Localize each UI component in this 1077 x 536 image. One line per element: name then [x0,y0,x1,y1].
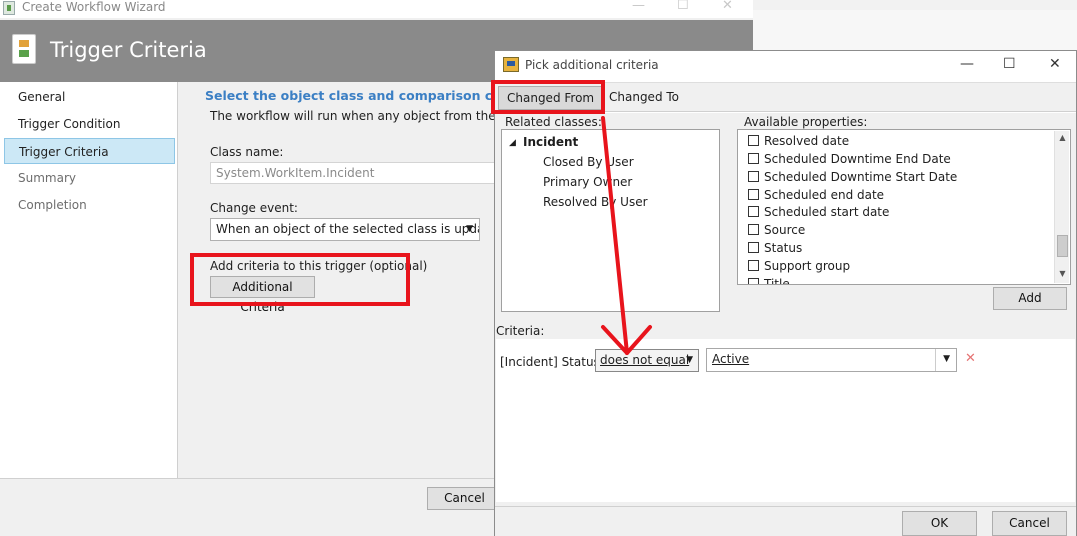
criteria-area: [Incident] Status does not equal ▼ Activ… [496,339,1075,502]
checkbox[interactable] [748,224,759,235]
pick-window-title: Pick additional criteria [525,58,659,72]
checkbox[interactable] [748,189,759,200]
highlight-box-changed-from [491,80,605,114]
property-item[interactable]: Source [748,223,805,241]
checkbox[interactable] [748,260,759,271]
scroll-down-icon[interactable]: ▼ [1055,269,1070,278]
background-strip [753,0,1077,10]
wizard-titlebar: Create Workflow Wizard — ☐ ✕ [0,0,753,18]
checkbox[interactable] [748,206,759,217]
chevron-down-icon: ▼ [686,355,693,365]
properties-scrollbar[interactable]: ▲ ▼ [1054,131,1069,283]
minimize-icon[interactable]: — [960,56,974,72]
checkbox[interactable] [748,135,759,146]
remove-criteria-icon[interactable]: ✕ [965,351,976,366]
criteria-value: Active [712,352,750,366]
nav-item-trigger-condition[interactable]: Trigger Condition [4,111,175,137]
property-item[interactable]: Resolved date [748,134,849,152]
change-event-dropdown[interactable]: When an object of the selected class is … [210,218,480,241]
pick-titlebar: Pick additional criteria — ☐ ✕ [495,51,1076,79]
property-item[interactable]: Scheduled start date [748,205,889,223]
workflow-app-icon [3,1,15,15]
criteria-property: [Incident] Status [500,355,600,369]
criteria-label: Criteria: [496,324,545,338]
operator-dropdown[interactable]: does not equal ▼ [595,349,699,372]
close-icon[interactable]: ✕ [1049,56,1061,72]
class-name-label: Class name: [210,145,284,159]
highlight-box-additional-criteria [190,253,410,306]
checkbox[interactable] [748,278,759,284]
property-item[interactable]: Support group [748,259,850,277]
pick-footer: OK Cancel [495,506,1076,536]
section-description: The workflow will run when any object fr… [210,109,530,123]
chevron-down-icon: ▼ [943,354,950,364]
checkbox[interactable] [748,171,759,182]
cancel-button[interactable]: Cancel [992,511,1067,536]
close-icon[interactable]: ✕ [722,0,733,13]
related-classes-label: Related classes: [503,115,604,129]
scroll-up-icon[interactable]: ▲ [1055,133,1070,142]
wizard-window-title: Create Workflow Wizard [22,0,166,14]
workflow-icon [12,34,36,64]
checkbox[interactable] [748,153,759,164]
tree-item-closed-by-user[interactable]: Closed By User [543,155,634,169]
property-item[interactable]: Title [748,277,790,284]
nav-item-completion[interactable]: Completion [4,192,175,218]
section-heading: Select the object class and comparison c… [205,88,537,103]
available-properties-list[interactable]: Resolved date Scheduled Downtime End Dat… [737,129,1071,285]
scroll-thumb[interactable] [1057,235,1068,257]
tree-item-primary-owner[interactable]: Primary Owner [543,175,632,189]
wizard-cancel-button[interactable]: Cancel [427,487,502,510]
background-strip [753,10,1077,50]
criteria-app-icon [503,57,519,72]
nav-item-general[interactable]: General [4,84,175,110]
page-title: Trigger Criteria [50,38,207,62]
maximize-icon[interactable]: ☐ [1003,56,1016,72]
related-classes-tree[interactable]: ◢ Incident Closed By User Primary Owner … [501,129,720,312]
minimize-icon[interactable]: — [632,0,645,13]
change-event-value: When an object of the selected class is … [216,222,480,236]
property-item[interactable]: Status [748,241,802,259]
chevron-down-icon: ▼ [466,224,473,234]
tree-item-incident[interactable]: Incident [523,135,578,149]
tab-changed-to[interactable]: Changed To [601,86,687,110]
operator-value: does not equal [600,353,690,367]
class-name-field[interactable]: System.WorkItem.Incident [210,162,510,184]
ok-button[interactable]: OK [902,511,977,536]
nav-item-summary[interactable]: Summary [4,165,175,191]
pick-additional-criteria-dialog: Pick additional criteria — ☐ ✕ Changed F… [494,50,1077,536]
maximize-icon[interactable]: ☐ [677,0,689,13]
change-event-label: Change event: [210,201,298,215]
property-item[interactable]: Scheduled Downtime End Date [748,152,951,170]
property-item[interactable]: Scheduled end date [748,188,884,206]
add-button[interactable]: Add [993,287,1067,310]
available-properties-label: Available properties: [742,115,870,129]
collapse-icon[interactable]: ◢ [509,138,516,148]
wizard-step-nav: General Trigger Condition Trigger Criter… [0,82,178,478]
property-item[interactable]: Scheduled Downtime Start Date [748,170,957,188]
divider [935,349,936,371]
tree-item-resolved-by-user[interactable]: Resolved By User [543,195,648,209]
nav-item-trigger-criteria[interactable]: Trigger Criteria [4,138,175,164]
value-dropdown[interactable]: Active ▼ [706,348,957,372]
checkbox[interactable] [748,242,759,253]
